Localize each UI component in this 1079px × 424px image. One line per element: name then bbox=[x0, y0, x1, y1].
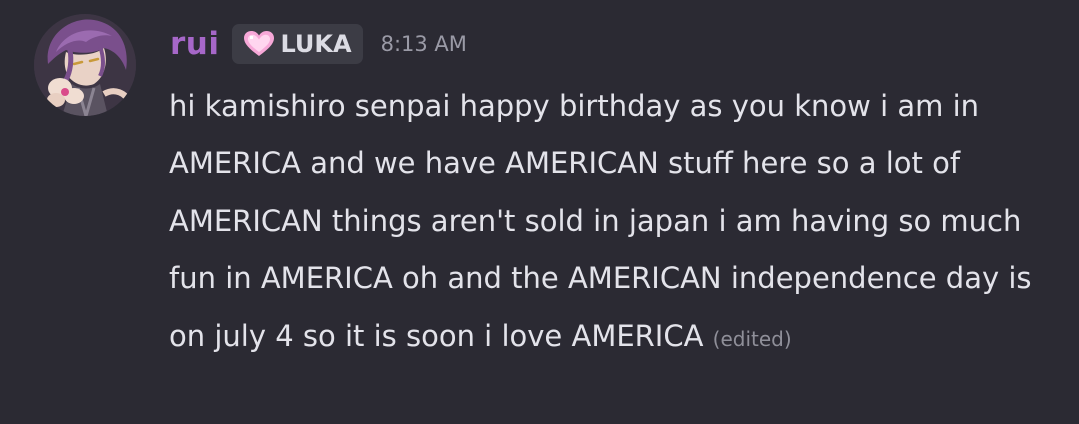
username[interactable]: rui bbox=[170, 26, 219, 62]
chat-message: rui LUKA 8:13 AM hi kamishiro senpai hap… bbox=[0, 0, 1079, 424]
timestamp[interactable]: 8:13 AM bbox=[381, 32, 467, 56]
role-tag[interactable]: LUKA bbox=[232, 24, 363, 64]
message-text: hi kamishiro senpai happy birthday as yo… bbox=[169, 89, 1032, 353]
message-content: hi kamishiro senpai happy birthday as yo… bbox=[169, 78, 1049, 368]
avatar-image bbox=[34, 14, 136, 116]
edited-label: (edited) bbox=[712, 326, 792, 351]
role-tag-label: LUKA bbox=[280, 30, 352, 58]
message-header: rui LUKA 8:13 AM bbox=[170, 22, 467, 66]
avatar[interactable] bbox=[34, 14, 136, 116]
pink-heart-icon bbox=[244, 31, 275, 56]
